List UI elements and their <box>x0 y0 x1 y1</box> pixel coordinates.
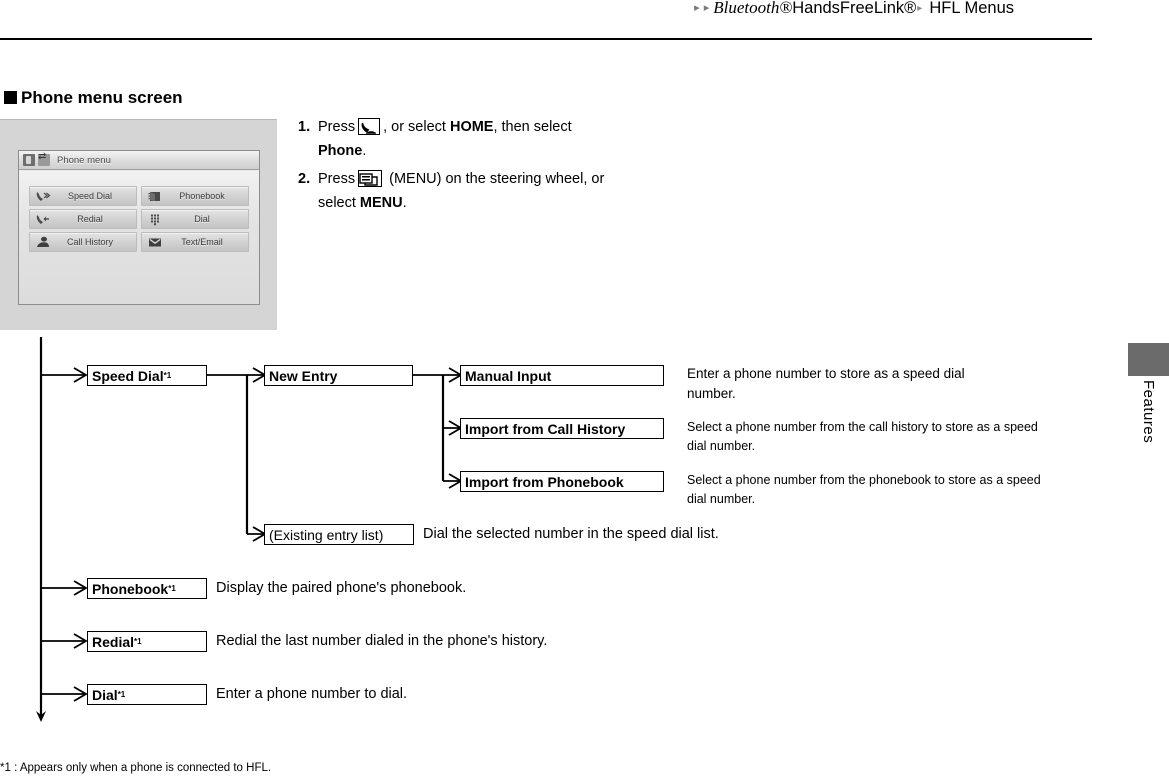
envelope-icon <box>147 236 163 249</box>
nav-button-label: Call History <box>66 237 113 247</box>
nav-button-text-email[interactable]: Text/Email <box>141 232 249 252</box>
step-text: Press (MENU) on the steering wheel, or se… <box>318 167 678 215</box>
phonebook-icon <box>147 190 163 203</box>
flowbox-label: Import from Call History <box>465 420 626 437</box>
step2-pre: Press <box>318 171 356 187</box>
flowbox-label: (Existing entry list) <box>269 526 384 543</box>
nav-button-dial[interactable]: Dial <box>141 209 249 229</box>
step-number: 2. <box>298 171 311 187</box>
flowbox-footnote-marker: *1 <box>134 636 142 646</box>
nav-button-label: Text/Email <box>181 237 223 247</box>
nav-menu-grid: Speed Dial Phonebook Redial Dial Call Hi… <box>29 186 249 252</box>
step1-phone-label: Phone <box>318 143 363 159</box>
phone-signal-icon <box>23 154 35 166</box>
flowbox-phonebook[interactable]: Phonebook *1 <box>87 578 207 599</box>
bluetooth-transfer-icon <box>38 151 50 166</box>
step2-line2-post: . <box>402 195 407 211</box>
keypad-icon <box>147 213 163 226</box>
flowbox-footnote-marker: *1 <box>168 583 176 593</box>
nav-screen: Phone menu Speed Dial <box>18 150 260 305</box>
redial-icon <box>35 213 51 226</box>
nav-screen-title: Phone menu <box>57 154 111 166</box>
flowdesc-manual-input: Enter a phone number to store as a speed… <box>687 366 965 401</box>
step-number: 1. <box>298 119 311 135</box>
page-header: ▸ ▸ Bluetooth®HandsFreeLink®▸ HFL Menus <box>0 0 1092 40</box>
flowdesc-existing-entry-list: Dial the selected number in the speed di… <box>423 526 719 542</box>
step-text: Press , or select HOME, then select Phone. <box>318 115 678 163</box>
step1-home-label: HOME <box>449 119 494 135</box>
flowbox-existing-entry-list[interactable]: (Existing entry list) <box>264 524 414 545</box>
flowbox-footnote-marker: *1 <box>117 689 126 699</box>
nav-button-label: Redial <box>77 214 103 224</box>
instruction-step-2: 2. Press (MENU) on the steering wheel, o… <box>298 167 678 215</box>
nav-button-label: Speed Dial <box>67 191 113 201</box>
flowbox-label: New Entry <box>269 367 338 384</box>
flowdesc-import-call-history: Select a phone number from the call hist… <box>687 420 1038 453</box>
flowbox-label: Import from Phonebook <box>465 473 624 490</box>
section-heading-label: Phone menu screen <box>21 88 183 107</box>
nav-button-phonebook[interactable]: Phonebook <box>141 186 249 206</box>
step1-line2-post: . <box>362 143 367 159</box>
flowdesc-dial: Enter a phone number to dial. <box>216 686 408 702</box>
flowdesc-redial: Redial the last number dialed in the pho… <box>216 633 548 649</box>
instruction-step-1: 1. Press , or select HOME, then select Pho… <box>298 115 678 163</box>
call-history-icon <box>35 236 51 249</box>
nav-screen-titlebar: Phone menu <box>19 151 259 170</box>
step2-line2-pre: select <box>318 195 360 211</box>
step1-post: , then select <box>493 119 572 135</box>
step1-mid: , or select <box>383 119 450 135</box>
flowbox-label: Dial <box>92 686 118 703</box>
step2-menu-label: MENU <box>359 195 403 211</box>
header-rule <box>0 38 1092 40</box>
flowbox-label: Phonebook <box>92 580 169 597</box>
menu-button-icon <box>358 170 383 187</box>
phone-pickup-icon <box>358 118 381 135</box>
step1-pre: Press <box>318 119 356 135</box>
flowbox-speed-dial[interactable]: Speed Dial *1 <box>87 365 207 386</box>
breadcrumb-separator-icon: ▸ <box>917 3 923 14</box>
nav-button-label: Dial <box>194 214 210 224</box>
flowbox-manual-input[interactable]: Manual Input <box>460 365 664 386</box>
screenshot-panel: Phone menu Speed Dial <box>0 119 277 330</box>
nav-button-label: Phonebook <box>179 191 225 201</box>
page-title: HFL Menus <box>929 0 1014 17</box>
breadcrumb-arrow-icon-2: ▸ <box>703 2 710 14</box>
flowbox-label: Redial <box>92 633 135 650</box>
flowbox-label: Manual Input <box>465 367 552 384</box>
menu-flowchart: Speed Dial *1 Phonebook *1 Display the pai… <box>0 330 1169 750</box>
instruction-steps: 1. Press , or select HOME, then select Pho… <box>298 115 678 219</box>
breadcrumb-arrow-icon: ▸ <box>694 2 700 14</box>
square-bullet-icon <box>4 91 17 104</box>
speed-dial-icon <box>35 190 51 203</box>
flowbox-import-phonebook[interactable]: Import from Phonebook <box>460 471 664 492</box>
flowdesc-import-phonebook: Select a phone number from the phonebook… <box>687 473 1041 506</box>
side-tab-block <box>1128 343 1169 376</box>
nav-button-speed-dial[interactable]: Speed Dial <box>29 186 137 206</box>
breadcrumb-handsfreelink: HandsFreeLink® <box>792 0 917 17</box>
flowbox-footnote-marker: *1 <box>163 370 172 380</box>
breadcrumb: ▸ ▸ Bluetooth®HandsFreeLink®▸ HFL Menus <box>694 0 1014 18</box>
flowbox-redial[interactable]: Redial *1 <box>87 631 207 652</box>
section-heading: Phone menu screen <box>4 88 183 108</box>
nav-button-redial[interactable]: Redial <box>29 209 137 229</box>
flowbox-label: Speed Dial <box>92 367 164 384</box>
nav-screen-body: Speed Dial Phonebook Redial Dial Call Hi… <box>19 171 259 304</box>
side-tab-label: Features <box>1140 380 1157 444</box>
footnote: *1 : Appears only when a phone is connec… <box>0 762 272 774</box>
nav-button-call-history[interactable]: Call History <box>29 232 137 252</box>
breadcrumb-bluetooth: Bluetooth® <box>713 0 793 17</box>
flowbox-import-call-history[interactable]: Import from Call History <box>460 418 664 439</box>
flowbox-new-entry[interactable]: New Entry <box>264 365 413 386</box>
flowbox-dial[interactable]: Dial *1 <box>87 684 207 705</box>
step2-mid: (MENU) on the steering wheel, or <box>389 171 605 187</box>
flowdesc-phonebook: Display the paired phone's phonebook. <box>216 580 467 596</box>
